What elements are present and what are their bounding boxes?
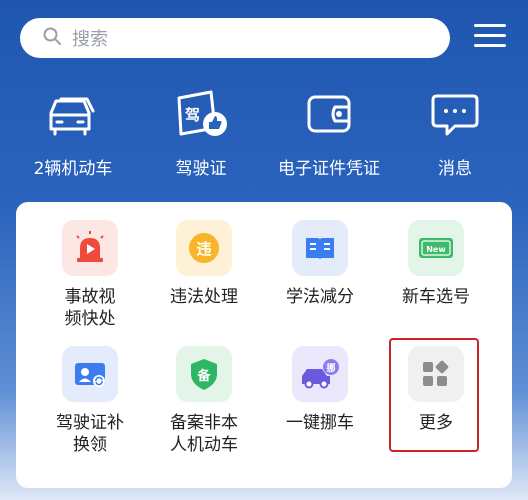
nav-messages[interactable]: 消息 — [390, 84, 520, 179]
menu-icon[interactable] — [474, 22, 506, 50]
service-label: 学法减分 — [286, 287, 354, 307]
message-icon — [425, 84, 485, 144]
nav-license[interactable]: 驾 驾驶证 — [136, 84, 266, 179]
license-icon: 驾 — [171, 84, 231, 144]
services-card: 事故视频快处 违 违法处理 学法减分 New 新车选号 驾驶证补换领 备 备案非… — [16, 202, 512, 488]
nav-e-certificate[interactable]: 电子证件凭证 — [264, 84, 394, 179]
service-label: 一键挪车 — [286, 413, 354, 433]
move-car-badge: 挪 — [326, 362, 335, 374]
more-highlight-frame — [389, 338, 479, 452]
service-tile: 备 — [176, 346, 232, 402]
search-bar[interactable]: 搜索 — [20, 18, 450, 58]
search-icon — [42, 26, 62, 50]
service-tile — [292, 220, 348, 276]
service-label: 事故视频快处 — [64, 287, 116, 329]
nav-vehicles[interactable]: 2辆机动车 — [8, 84, 138, 179]
service-violation[interactable]: 违 违法处理 — [148, 220, 260, 308]
nav-vehicles-label: 2辆机动车 — [33, 159, 113, 179]
search-placeholder: 搜索 — [72, 29, 108, 50]
svg-text:驾: 驾 — [185, 106, 200, 124]
nav-messages-label: 消息 — [438, 159, 472, 179]
nav-e-certificate-label: 电子证件凭证 — [278, 159, 380, 179]
service-tile: 挪 — [292, 346, 348, 402]
id-card-icon — [75, 363, 105, 387]
shield-icon: 备 — [191, 359, 217, 390]
quick-nav: 2辆机动车 驾 驾驶证 电子证件凭证 消息 — [0, 84, 528, 184]
service-tile: New — [408, 220, 464, 276]
car-icon — [43, 84, 103, 144]
register-badge: 备 — [196, 368, 211, 384]
service-label: 驾驶证补换领 — [56, 413, 124, 455]
service-new-plate[interactable]: New 新车选号 — [380, 220, 492, 308]
book-icon — [306, 238, 334, 260]
service-label: 新车选号 — [402, 287, 470, 307]
new-plate-icon: New — [419, 238, 453, 258]
violation-badge: 违 — [196, 240, 211, 258]
service-label: 违法处理 — [170, 287, 238, 307]
violation-icon: 违 — [189, 233, 219, 263]
service-tile: 违 — [176, 220, 232, 276]
service-register-vehicle[interactable]: 备 备案非本人机动车 — [148, 346, 260, 456]
new-badge: New — [426, 245, 446, 254]
service-tile — [62, 346, 118, 402]
move-car-icon: 挪 — [302, 359, 339, 389]
nav-license-label: 驾驶证 — [175, 159, 227, 179]
siren-icon — [76, 231, 104, 262]
service-label: 备案非本人机动车 — [170, 413, 238, 455]
service-accident-video[interactable]: 事故视频快处 — [34, 220, 146, 330]
service-license-replace[interactable]: 驾驶证补换领 — [34, 346, 146, 456]
wallet-icon — [299, 84, 359, 144]
service-tile — [62, 220, 118, 276]
service-study-law[interactable]: 学法减分 — [264, 220, 376, 308]
service-move-car[interactable]: 挪 一键挪车 — [264, 346, 376, 434]
